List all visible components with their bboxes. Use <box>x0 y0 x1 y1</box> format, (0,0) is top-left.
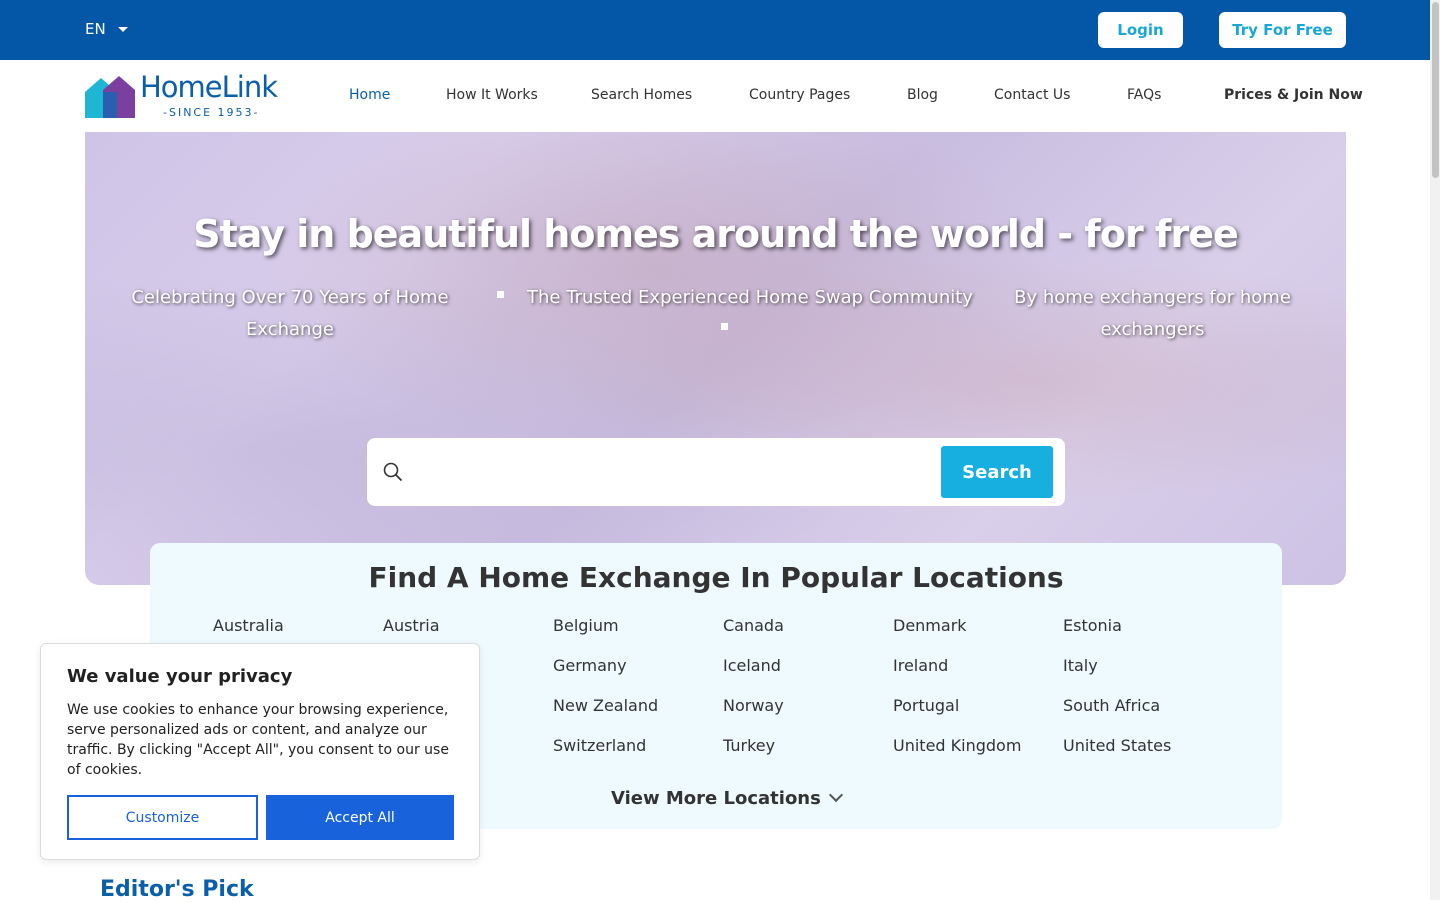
location-link[interactable]: Estonia <box>1063 616 1122 635</box>
locations-title-prefix: Find A Home Exchange In <box>368 561 781 594</box>
cookie-text: We use cookies to enhance your browsing … <box>67 702 449 778</box>
try-for-free-button[interactable]: Try For Free <box>1219 12 1346 48</box>
location-link[interactable]: Canada <box>723 616 784 635</box>
location-link[interactable]: United States <box>1063 736 1171 755</box>
chevron-down-icon <box>828 787 843 802</box>
nav-faqs[interactable]: FAQs <box>1127 87 1161 103</box>
top-bar: EN Login Try For Free <box>0 0 1440 60</box>
location-link[interactable]: Switzerland <box>553 736 646 755</box>
location-link[interactable]: Germany <box>553 656 627 675</box>
hero-title: Stay in beautiful homes around the world… <box>193 212 1238 256</box>
homelink-logo[interactable]: HomeLink -SINCE 1953- <box>85 70 290 120</box>
search-bar: Search <box>367 438 1065 506</box>
location-link[interactable]: New Zealand <box>553 696 658 715</box>
page-scrollbar[interactable] <box>1430 0 1440 900</box>
editors-pick-heading: Editor's Pick <box>100 877 254 902</box>
location-link[interactable]: Belgium <box>553 616 619 635</box>
nav-search-homes[interactable]: Search Homes <box>591 87 692 103</box>
nav-home[interactable]: Home <box>349 87 390 103</box>
hero-tagline-2: The Trusted Experienced Home Swap Commun… <box>527 287 973 308</box>
location-link[interactable]: Austria <box>383 616 440 635</box>
hero-tagline-1: Celebrating Over 70 Years of Home Exchan… <box>131 287 449 340</box>
house-logo-icon <box>85 76 135 118</box>
hero-tagline-3: By home exchangers for home exchangers <box>1014 287 1291 340</box>
search-icon <box>383 462 403 482</box>
location-link[interactable]: Italy <box>1063 656 1098 675</box>
location-link[interactable]: United Kingdom <box>893 736 1021 755</box>
accept-all-button[interactable]: Accept All <box>266 795 454 840</box>
location-link[interactable]: Turkey <box>723 736 775 755</box>
location-link[interactable]: South Africa <box>1063 696 1160 715</box>
locations-title-bold: Popular Locations <box>780 561 1064 594</box>
customize-button[interactable]: Customize <box>67 795 258 840</box>
nav-blog[interactable]: Blog <box>907 87 938 103</box>
view-more-label: View More Locations <box>611 788 821 809</box>
cookie-title: We value your privacy <box>67 666 293 687</box>
bullet-icon <box>497 291 504 298</box>
nav-prices-join[interactable]: Prices & Join Now <box>1224 87 1363 103</box>
search-button[interactable]: Search <box>941 446 1053 498</box>
login-button[interactable]: Login <box>1098 12 1183 48</box>
location-link[interactable]: Denmark <box>893 616 967 635</box>
location-link[interactable]: Ireland <box>893 656 948 675</box>
search-input[interactable] <box>417 450 977 494</box>
language-selector[interactable]: EN <box>85 20 128 38</box>
nav-how-it-works[interactable]: How It Works <box>446 87 538 103</box>
location-link[interactable]: Australia <box>213 616 284 635</box>
location-link[interactable]: Portugal <box>893 696 959 715</box>
logo-wordmark: HomeLink <box>140 70 278 104</box>
view-more-locations-button[interactable]: View More Locations <box>611 787 843 809</box>
scrollbar-thumb[interactable] <box>1432 2 1439 178</box>
caret-down-icon <box>117 26 128 32</box>
hero-banner: Stay in beautiful homes around the world… <box>85 132 1346 585</box>
location-link[interactable]: Norway <box>723 696 784 715</box>
location-link[interactable]: Iceland <box>723 656 781 675</box>
bullet-icon <box>721 323 728 330</box>
locations-title: Find A Home Exchange In Popular Location… <box>150 561 1282 594</box>
nav-contact-us[interactable]: Contact Us <box>994 87 1070 103</box>
language-label: EN <box>85 20 106 38</box>
nav-country-pages[interactable]: Country Pages <box>749 87 850 103</box>
logo-since: -SINCE 1953- <box>163 106 260 119</box>
cookie-consent-dialog: We value your privacy We use cookies to … <box>40 643 480 860</box>
